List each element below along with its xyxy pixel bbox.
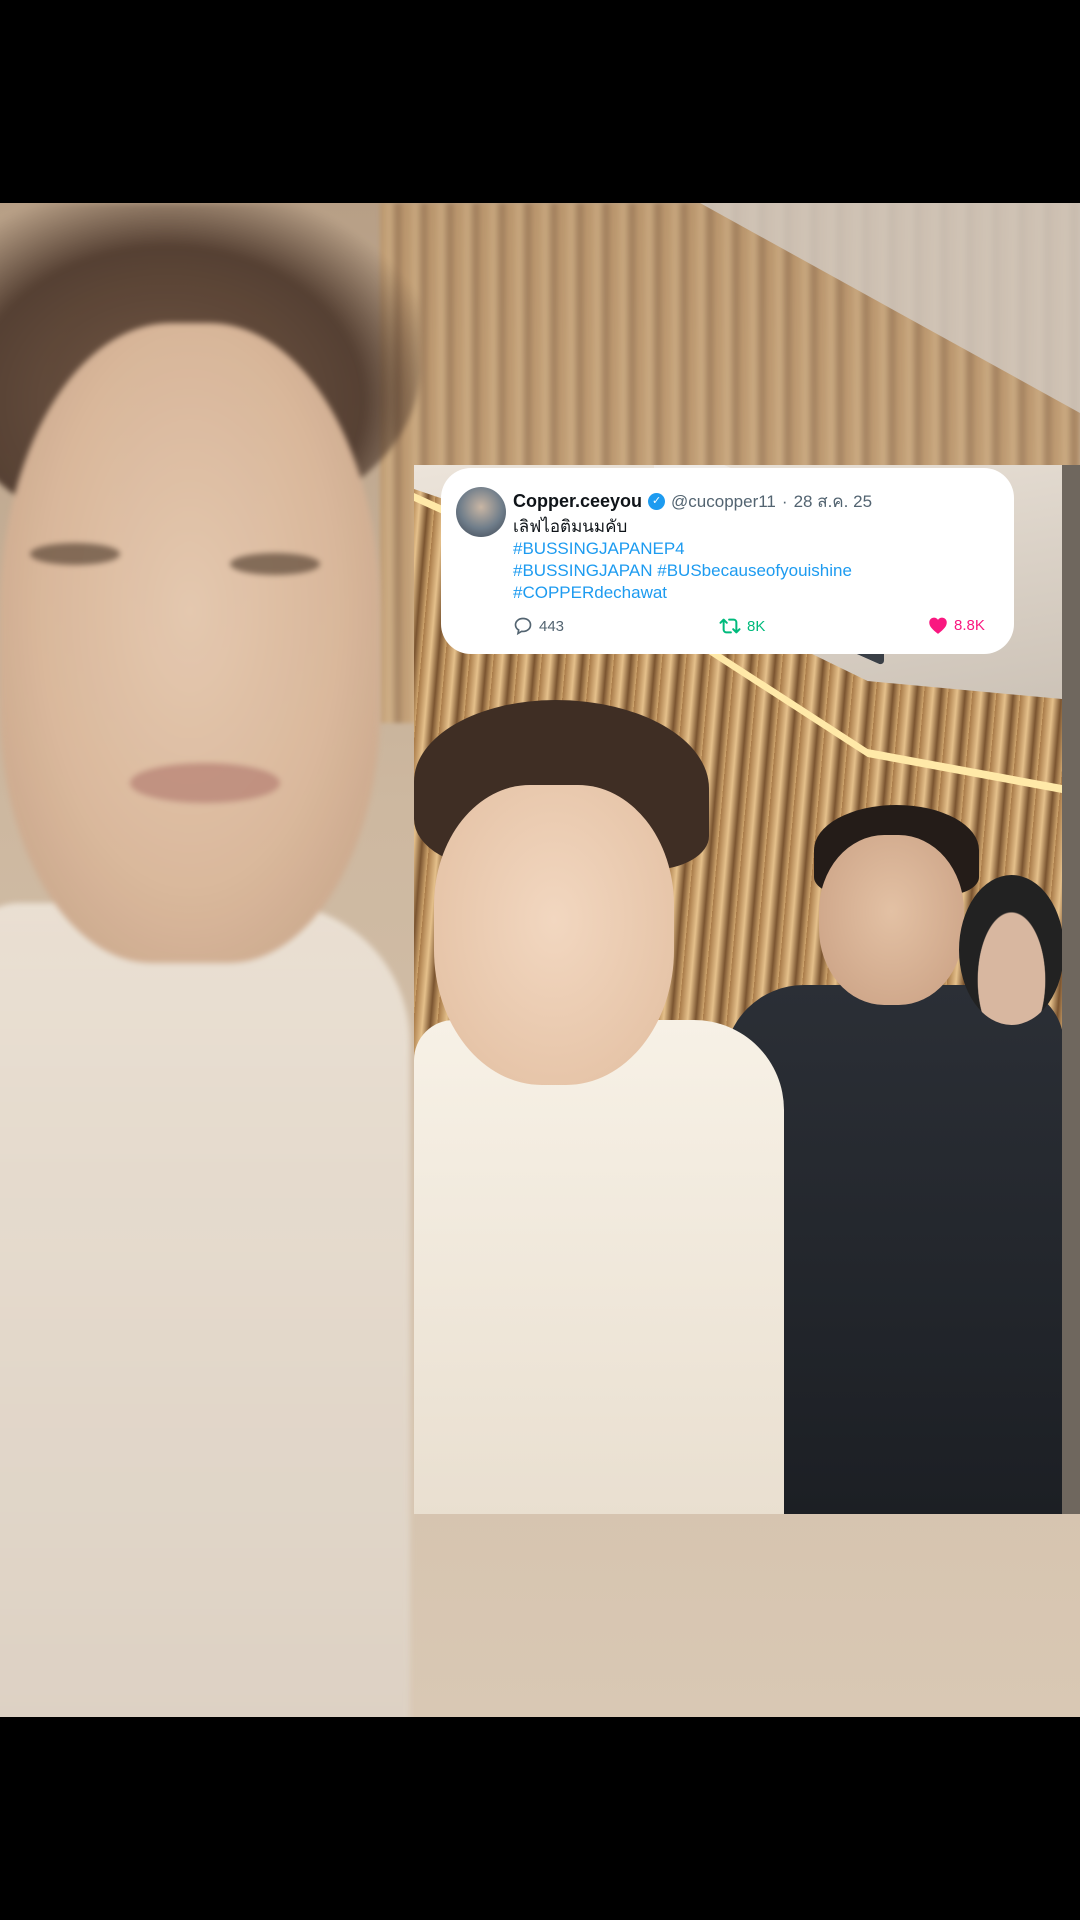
hashtags: #BUSSINGJAPANEP4 #BUSSINGJAPAN #BUSbecau… xyxy=(513,538,996,604)
heart-icon xyxy=(929,617,947,634)
retweet-button[interactable]: 8K xyxy=(719,616,765,636)
avatar[interactable] xyxy=(456,487,506,537)
tweet-date[interactable]: 28 ส.ค. 25 xyxy=(794,488,872,515)
like-button[interactable]: 8.8K xyxy=(928,616,985,635)
hashtag-link[interactable]: #BUSSINGJAPAN xyxy=(513,561,653,580)
tweet-text: เลิฟไอติมนมคับ xyxy=(513,517,628,536)
reply-count: 443 xyxy=(539,617,565,635)
person-white-shirt xyxy=(414,1020,784,1514)
tweet-card[interactable]: Copper.ceeyou ✓ @cucopper11 · 28 ส.ค. 25… xyxy=(441,468,1014,654)
hashtag-link[interactable]: #BUSbecauseofyouishine xyxy=(657,561,852,580)
person-background xyxy=(959,875,1062,1025)
retweet-count: 8K xyxy=(747,617,766,635)
separator: · xyxy=(781,491,788,511)
reply-button[interactable]: 443 xyxy=(513,616,564,636)
like-count: 8.8K xyxy=(954,617,985,634)
retweet-icon xyxy=(719,618,741,634)
verified-badge-icon: ✓ xyxy=(648,493,666,510)
hashtag-link[interactable]: #COPPERdechawat xyxy=(513,583,667,602)
handle[interactable]: @cucopper11 xyxy=(671,492,776,512)
hashtag-link[interactable]: #BUSSINGJAPANEP4 xyxy=(513,539,685,558)
tweet-header: Copper.ceeyou ✓ @cucopper11 · 28 ส.ค. 25 xyxy=(513,488,994,515)
display-name[interactable]: Copper.ceeyou xyxy=(513,491,642,512)
reply-icon xyxy=(514,617,532,636)
blurred-person-closeup xyxy=(0,203,430,1717)
photo-edge xyxy=(1062,465,1080,1514)
